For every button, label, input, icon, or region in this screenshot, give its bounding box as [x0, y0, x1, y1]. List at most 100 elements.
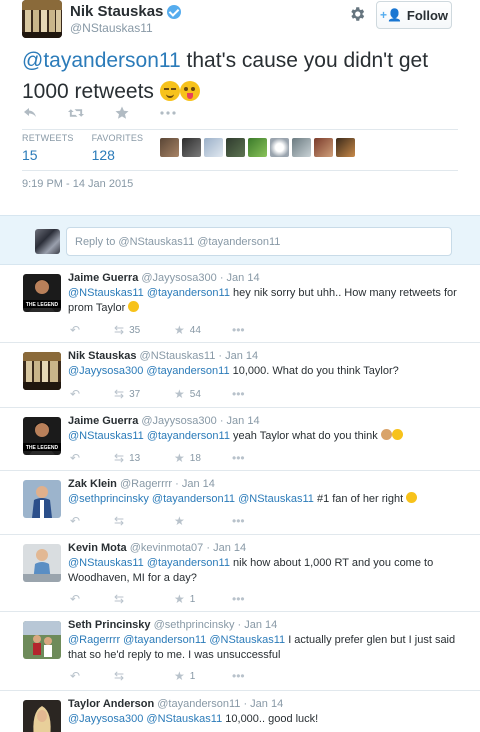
author-handle[interactable]: @NStauskas11	[70, 21, 153, 35]
tweet-timestamp[interactable]: 9:19 PM - 14 Jan 2015	[22, 178, 133, 190]
reply-author-handle[interactable]: @kevinmota07	[130, 542, 204, 554]
follow-button[interactable]: +👤 Follow	[376, 1, 452, 29]
mention-link[interactable]: @tayanderson11	[22, 49, 181, 72]
favoriter-avatar[interactable]	[160, 138, 179, 157]
favorite-button[interactable]: ★ 18	[174, 451, 232, 465]
reply-input[interactable]: Reply to @NStauskas11 @tayanderson11	[66, 227, 452, 256]
reply-icon[interactable]: ↶	[70, 514, 114, 528]
reply-icon[interactable]	[22, 106, 38, 120]
retweet-button[interactable]: ⇆	[114, 514, 174, 528]
reply-tweet[interactable]: Seth Princinsky @sethprincinsky · Jan 14…	[0, 612, 480, 691]
favorite-star-icon[interactable]	[114, 106, 130, 120]
reply-tweet[interactable]: THE LEGEND Jaime Guerra @Jayysosa300 · J…	[0, 265, 480, 343]
favoriter-avatar[interactable]	[226, 138, 245, 157]
reply-mentions[interactable]: @Jayysosa300 @NStauskas11	[68, 713, 222, 725]
reply-avatar[interactable]	[23, 480, 61, 518]
favoriter-avatar[interactable]	[336, 138, 355, 157]
retweets-count[interactable]: 15	[22, 147, 74, 163]
reply-time[interactable]: · Jan 14	[218, 350, 258, 362]
reply-avatar[interactable]	[23, 621, 61, 659]
favoriter-avatar[interactable]	[182, 138, 201, 157]
favoriter-avatar[interactable]	[270, 138, 289, 157]
favoriter-avatar[interactable]	[292, 138, 311, 157]
favoriter-avatar[interactable]	[248, 138, 267, 157]
retweet-button[interactable]: ⇆ 35	[114, 323, 174, 337]
reply-avatar[interactable]	[23, 700, 61, 732]
more-options-icon[interactable]: •••	[232, 451, 245, 465]
reply-time[interactable]: · Jan 14	[175, 478, 215, 490]
retweet-button[interactable]: ⇆	[114, 592, 174, 606]
reply-author-name[interactable]: Nik Stauskas	[68, 350, 136, 362]
reply-icon[interactable]: ↶	[70, 592, 114, 606]
more-options-icon[interactable]: •••	[232, 514, 245, 528]
reply-mentions[interactable]: @sethprincinsky @tayanderson11 @NStauska…	[68, 493, 314, 505]
reply-icon[interactable]: ↶	[70, 387, 114, 401]
reply-author-name[interactable]: Taylor Anderson	[68, 698, 154, 710]
reply-mentions[interactable]: @NStauskas11 @tayanderson11	[68, 557, 230, 569]
retweet-button[interactable]: ⇆	[114, 669, 174, 683]
reply-time[interactable]: · Jan 14	[243, 698, 283, 710]
reply-author-name[interactable]: Jaime Guerra	[68, 272, 138, 284]
reply-mentions[interactable]: @Jayysosa300 @tayanderson11	[68, 365, 230, 377]
divider	[22, 170, 458, 171]
tongue-wink-emoji-icon	[179, 81, 200, 101]
reply-time[interactable]: · Jan 14	[220, 415, 260, 427]
favorite-button[interactable]: ★	[174, 514, 232, 528]
reply-tweet[interactable]: THE LEGEND Jaime Guerra @Jayysosa300 · J…	[0, 408, 480, 471]
more-options-icon[interactable]: •••	[232, 323, 245, 337]
reply-tweet[interactable]: Taylor Anderson @tayanderson11 · Jan 14 …	[0, 691, 480, 732]
retweets-stat[interactable]: RETWEETS 15	[22, 133, 74, 163]
favoriter-avatar[interactable]	[204, 138, 223, 157]
reply-author-name[interactable]: Seth Princinsky	[68, 619, 151, 631]
favorite-button[interactable]: ★ 54	[174, 387, 232, 401]
favoriter-avatar[interactable]	[314, 138, 333, 157]
reply-author-name[interactable]: Zak Klein	[68, 478, 117, 490]
reply-header: Jaime Guerra @Jayysosa300 · Jan 14	[68, 272, 260, 284]
retweet-icon[interactable]	[68, 106, 84, 120]
favorite-button[interactable]: ★ 44	[174, 323, 232, 337]
reply-author-name[interactable]: Kevin Mota	[68, 542, 127, 554]
reply-time[interactable]: · Jan 14	[220, 272, 260, 284]
reply-author-name[interactable]: Jaime Guerra	[68, 415, 138, 427]
reply-author-handle[interactable]: @tayanderson11	[157, 698, 240, 710]
retweet-button[interactable]: ⇆ 13	[114, 451, 174, 465]
reply-author-handle[interactable]: @sethprincinsky	[154, 619, 235, 631]
author-name[interactable]: Nik Stauskas	[70, 3, 182, 20]
reply-avatar[interactable]	[23, 544, 61, 582]
more-options-icon[interactable]: •••	[232, 387, 245, 401]
favorite-star-icon: ★	[174, 451, 185, 465]
favorite-button[interactable]: ★ 1	[174, 669, 232, 683]
author-name-text[interactable]: Nik Stauskas	[70, 3, 163, 20]
more-options-icon[interactable]: •••	[232, 592, 245, 606]
more-options-icon[interactable]: •••	[232, 669, 245, 683]
reply-icon[interactable]: ↶	[70, 669, 114, 683]
reply-text: @NStauskas11 @tayanderson11 yeah Taylor …	[68, 429, 460, 444]
reply-actions: ↶ ⇆ ★ 1 •••	[70, 669, 245, 683]
reply-author-handle[interactable]: @Jayysosa300	[141, 272, 216, 284]
author-avatar[interactable]	[22, 0, 62, 38]
reply-tweet[interactable]: Zak Klein @Ragerrrr · Jan 14 @sethprinci…	[0, 471, 480, 535]
reply-time[interactable]: · Jan 14	[206, 542, 246, 554]
favorites-count[interactable]: 128	[92, 147, 144, 163]
reply-avatar[interactable]: THE LEGEND	[23, 274, 61, 312]
reply-mentions[interactable]: @Ragerrrr @tayanderson11 @NStauskas11	[68, 634, 285, 646]
favorites-stat[interactable]: FAVORITES 128	[92, 133, 144, 163]
reply-avatar[interactable]: THE LEGEND	[23, 417, 61, 455]
reply-avatar[interactable]	[23, 352, 61, 390]
reply-author-handle[interactable]: @Ragerrrr	[120, 478, 172, 490]
retweet-count: 35	[129, 324, 141, 336]
retweet-button[interactable]: ⇆ 37	[114, 387, 174, 401]
reply-time[interactable]: · Jan 14	[238, 619, 278, 631]
reply-icon[interactable]: ↶	[70, 323, 114, 337]
reply-tweet[interactable]: Kevin Mota @kevinmota07 · Jan 14 @NStaus…	[0, 535, 480, 612]
reply-author-handle[interactable]: @Jayysosa300	[141, 415, 216, 427]
reply-text: @sethprincinsky @tayanderson11 @NStauska…	[68, 492, 460, 507]
gear-icon[interactable]	[348, 5, 368, 25]
reply-icon[interactable]: ↶	[70, 451, 114, 465]
reply-author-handle[interactable]: @NStauskas11	[140, 350, 216, 362]
reply-tweet[interactable]: Nik Stauskas @NStauskas11 · Jan 14 @Jayy…	[0, 343, 480, 408]
more-options-icon[interactable]	[160, 106, 176, 120]
reply-mentions[interactable]: @NStauskas11 @tayanderson11	[68, 430, 230, 442]
favorite-button[interactable]: ★ 1	[174, 592, 232, 606]
reply-mentions[interactable]: @NStauskas11 @tayanderson11	[68, 287, 230, 299]
